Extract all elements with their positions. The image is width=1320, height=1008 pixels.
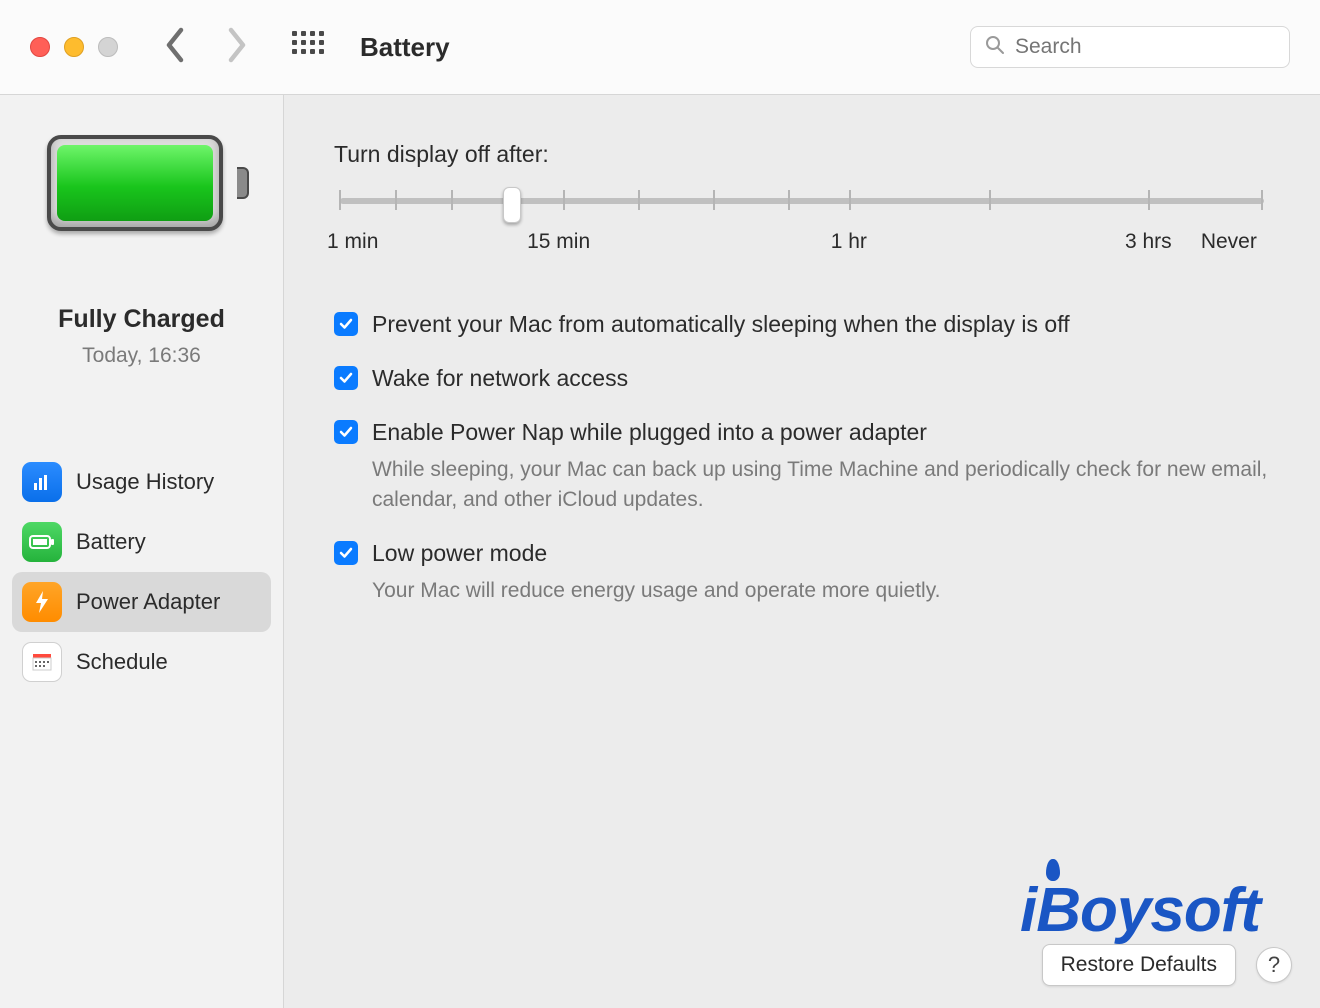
- option-label: Enable Power Nap while plugged into a po…: [372, 416, 1270, 448]
- search-icon: [985, 35, 1005, 60]
- main-panel: Turn display off after: 1 min 15 min: [284, 95, 1320, 1008]
- power-adapter-icon: [22, 582, 62, 622]
- sidebar-item-power-adapter[interactable]: Power Adapter: [12, 572, 271, 632]
- sidebar-item-label: Usage History: [76, 469, 214, 495]
- sidebar-item-battery[interactable]: Battery: [12, 512, 271, 572]
- battery-status-time: Today, 16:36: [0, 344, 283, 368]
- nav-arrows: [162, 27, 250, 68]
- help-button[interactable]: ?: [1256, 947, 1292, 983]
- body: Fully Charged Today, 16:36 Usage History…: [0, 95, 1320, 1008]
- sidebar-item-label: Battery: [76, 529, 146, 555]
- sidebar-item-label: Power Adapter: [76, 589, 220, 615]
- battery-status-icon: [47, 135, 237, 235]
- sidebar-item-label: Schedule: [76, 649, 168, 675]
- battery-icon: [22, 522, 62, 562]
- option-label: Prevent your Mac from automatically slee…: [372, 308, 1270, 340]
- options-list: Prevent your Mac from automatically slee…: [334, 308, 1270, 606]
- option-power-nap: Enable Power Nap while plugged into a po…: [334, 416, 1270, 515]
- option-desc: While sleeping, your Mac can back up usi…: [372, 455, 1270, 516]
- option-prevent-sleep: Prevent your Mac from automatically slee…: [334, 308, 1270, 340]
- checkbox-low-power[interactable]: [334, 541, 358, 565]
- display-off-slider[interactable]: 1 min 15 min 1 hr 3 hrs Never: [334, 184, 1270, 274]
- slider-label-3hrs: 3 hrs: [1125, 230, 1172, 254]
- sidebar: Fully Charged Today, 16:36 Usage History…: [0, 95, 284, 1008]
- slider-label-1hr: 1 hr: [831, 230, 867, 254]
- back-button[interactable]: [162, 27, 188, 68]
- option-desc: Your Mac will reduce energy usage and op…: [372, 576, 1270, 606]
- traffic-lights: [30, 37, 118, 57]
- slider-label-never: Never: [1201, 230, 1257, 254]
- slider-label-15min: 15 min: [527, 230, 590, 254]
- checkbox-prevent-sleep[interactable]: [334, 312, 358, 336]
- slider-track: [340, 198, 1264, 204]
- search-field[interactable]: [970, 26, 1290, 68]
- checkbox-power-nap[interactable]: [334, 420, 358, 444]
- slider-label-1min: 1 min: [327, 230, 378, 254]
- option-label: Low power mode: [372, 537, 1270, 569]
- schedule-icon: [22, 642, 62, 682]
- checkbox-wake-network[interactable]: [334, 366, 358, 390]
- minimize-window-button[interactable]: [64, 37, 84, 57]
- page-title: Battery: [360, 32, 956, 63]
- battery-status-title: Fully Charged: [0, 305, 283, 334]
- display-off-label: Turn display off after:: [334, 141, 1270, 168]
- sidebar-item-usage-history[interactable]: Usage History: [12, 452, 271, 512]
- battery-prefs-window: Battery Fully Charged Today, 16:36 Usage: [0, 0, 1320, 1008]
- search-input[interactable]: [1015, 35, 1275, 59]
- show-all-icon[interactable]: [292, 31, 324, 63]
- usage-history-icon: [22, 462, 62, 502]
- slider-thumb[interactable]: [503, 187, 521, 223]
- restore-defaults-button[interactable]: Restore Defaults: [1042, 944, 1236, 986]
- close-window-button[interactable]: [30, 37, 50, 57]
- footer: Restore Defaults ?: [1042, 944, 1292, 986]
- option-wake-network: Wake for network access: [334, 362, 1270, 394]
- watermark: iBoysoft: [1020, 875, 1260, 946]
- titlebar: Battery: [0, 0, 1320, 95]
- option-low-power: Low power mode Your Mac will reduce ener…: [334, 537, 1270, 606]
- zoom-window-button[interactable]: [98, 37, 118, 57]
- sidebar-item-schedule[interactable]: Schedule: [12, 632, 271, 692]
- forward-button[interactable]: [224, 27, 250, 68]
- watermark-text: iBoysoft: [1020, 876, 1260, 945]
- option-label: Wake for network access: [372, 362, 1270, 394]
